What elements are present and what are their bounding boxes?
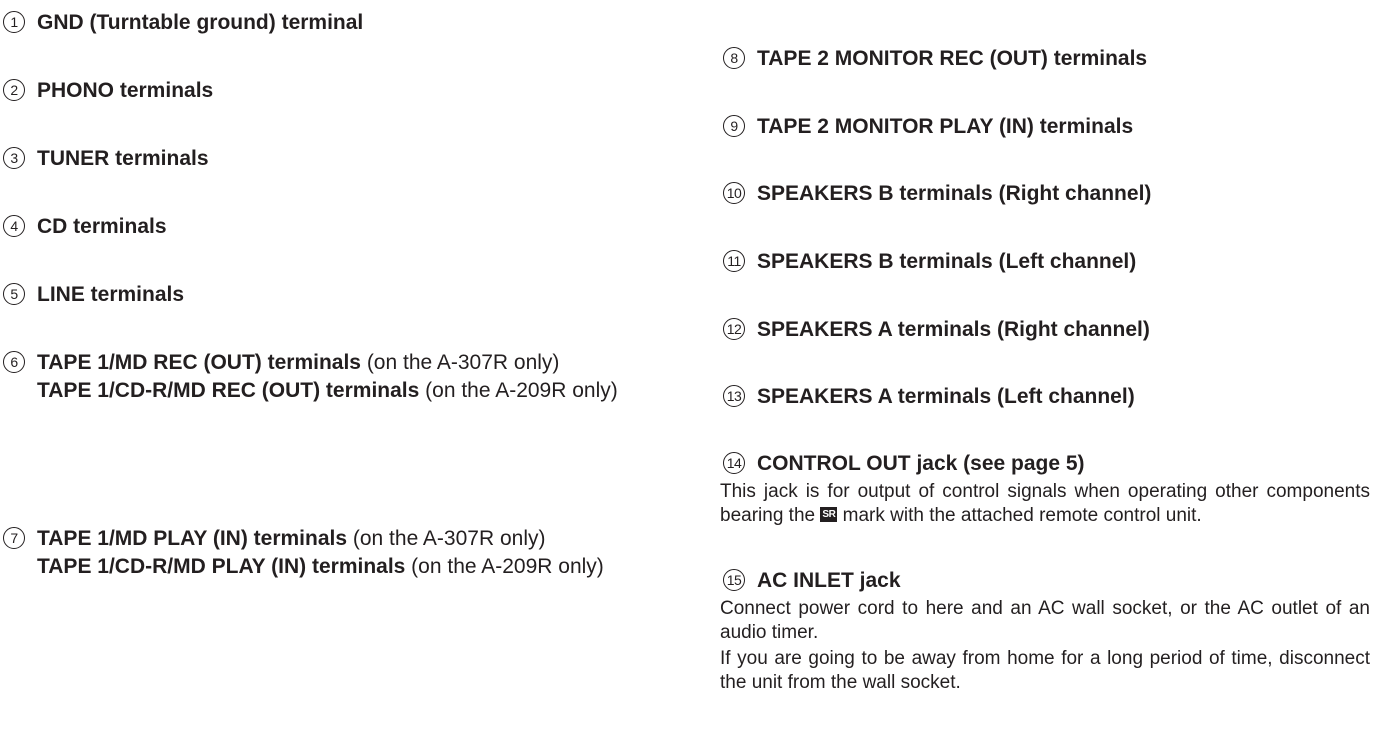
item-text: TAPE 1/MD PLAY (IN) terminals (on the A-… xyxy=(37,525,650,581)
item-8: 8 TAPE 2 MONITOR REC (OUT) terminals xyxy=(720,45,1370,73)
item-number: 5 xyxy=(3,282,25,305)
item-number: 14 xyxy=(723,451,745,474)
item-2: 2 PHONO terminals xyxy=(0,77,660,105)
sr-mark-icon: SR xyxy=(820,506,838,522)
item-15: 15 AC INLET jack Connect power cord to h… xyxy=(720,567,1370,695)
item-title-alt: TAPE 1/CD-R/MD PLAY (IN) terminals xyxy=(37,555,406,578)
item-number: 7 xyxy=(3,526,25,549)
item-number: 3 xyxy=(3,146,25,169)
item-4: 4 CD terminals xyxy=(0,213,660,241)
item-11: 11 SPEAKERS B terminals (Left channel) xyxy=(720,248,1370,276)
item-note-alt: (on the A-209R only) xyxy=(419,379,618,402)
item-note-alt: (on the A-209R only) xyxy=(405,555,604,578)
item-number: 10 xyxy=(723,181,745,204)
item-title: CD terminals xyxy=(37,215,167,238)
item-title: SPEAKERS B terminals (Left channel) xyxy=(757,250,1137,273)
item-number: 9 xyxy=(723,114,745,137)
item-14: 14 CONTROL OUT jack (see page 5) This ja… xyxy=(720,450,1370,528)
item-note: (on the A-307R only) xyxy=(347,527,546,550)
item-description: This jack is for output of control signa… xyxy=(720,480,1370,528)
item-number: 4 xyxy=(3,214,25,237)
item-title: TAPE 2 MONITOR PLAY (IN) terminals xyxy=(757,115,1134,138)
item-12: 12 SPEAKERS A terminals (Right channel) xyxy=(720,316,1370,344)
item-title: AC INLET jack xyxy=(757,569,901,592)
item-description: Connect power cord to here and an AC wal… xyxy=(720,598,1370,643)
item-title: GND (Turntable ground) terminal xyxy=(37,11,364,34)
item-number: 8 xyxy=(723,46,745,69)
item-title: TAPE 2 MONITOR REC (OUT) terminals xyxy=(757,47,1148,70)
item-10: 10 SPEAKERS B terminals (Right channel) xyxy=(720,180,1370,208)
item-5: 5 LINE terminals xyxy=(0,281,660,309)
item-title: TAPE 1/MD PLAY (IN) terminals xyxy=(37,527,348,550)
item-title: SPEAKERS B terminals (Right channel) xyxy=(757,182,1152,205)
item-description: If you are going to be away from home fo… xyxy=(720,648,1370,693)
description-part: mark with the attached remote control un… xyxy=(837,505,1202,526)
item-3: 3 TUNER terminals xyxy=(0,145,660,173)
item-6: 6 TAPE 1/MD REC (OUT) terminals (on the … xyxy=(0,349,650,405)
item-text: TAPE 1/MD REC (OUT) terminals (on the A-… xyxy=(37,349,650,405)
item-title: TUNER terminals xyxy=(37,147,209,170)
item-13: 13 SPEAKERS A terminals (Left channel) xyxy=(720,383,1370,411)
item-number: 12 xyxy=(723,317,745,340)
item-title: SPEAKERS A terminals (Right channel) xyxy=(757,318,1150,341)
item-note: (on the A-307R only) xyxy=(360,351,560,374)
item-title: PHONO terminals xyxy=(37,79,214,102)
item-title: SPEAKERS A terminals (Left channel) xyxy=(757,385,1135,408)
item-7: 7 TAPE 1/MD PLAY (IN) terminals (on the … xyxy=(0,525,650,581)
item-9: 9 TAPE 2 MONITOR PLAY (IN) terminals xyxy=(720,113,1370,141)
item-number: 2 xyxy=(3,78,25,101)
item-title: CONTROL OUT jack (see page 5) xyxy=(757,452,1085,475)
item-number: 1 xyxy=(3,10,25,33)
item-title: TAPE 1/MD REC (OUT) terminals xyxy=(37,351,361,374)
item-number: 11 xyxy=(723,249,745,272)
item-number: 15 xyxy=(723,568,745,591)
item-number: 13 xyxy=(723,384,745,407)
item-number: 6 xyxy=(3,350,25,373)
item-1: 1 GND (Turntable ground) terminal xyxy=(0,9,660,37)
item-title-alt: TAPE 1/CD-R/MD REC (OUT) terminals xyxy=(37,379,420,402)
item-title: LINE terminals xyxy=(37,283,185,306)
